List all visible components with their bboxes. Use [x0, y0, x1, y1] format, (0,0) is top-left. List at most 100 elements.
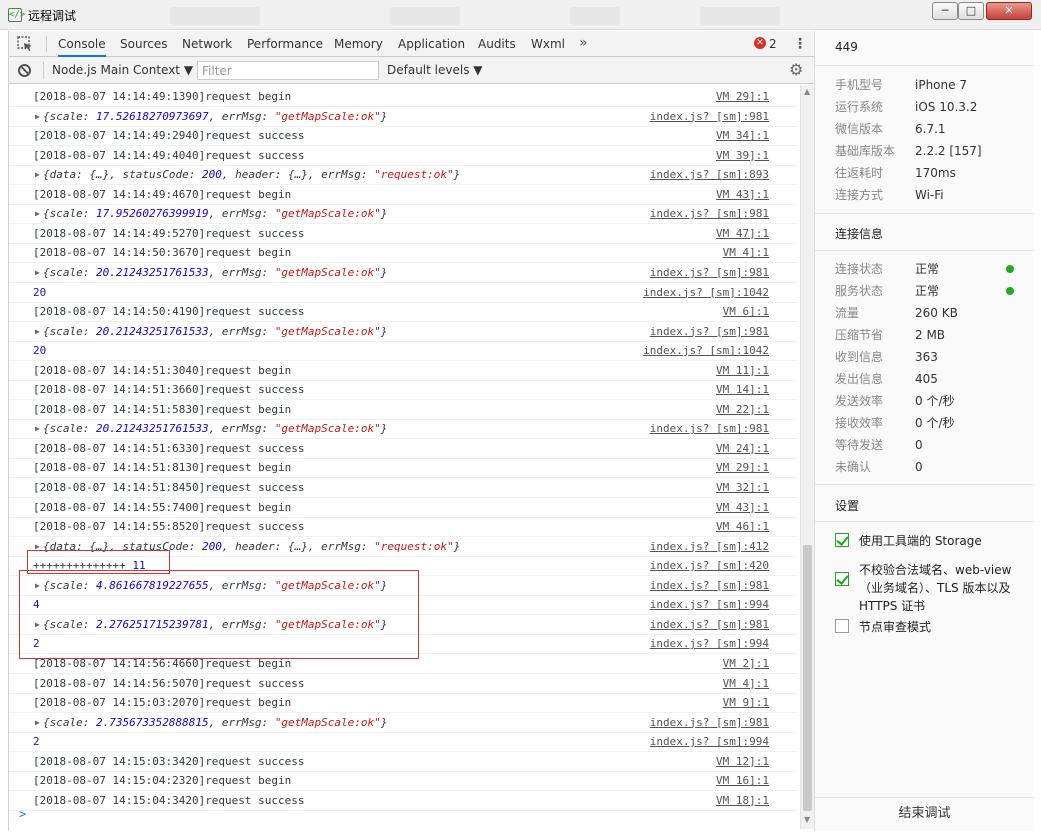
console-log-row[interactable]: [2018-08-07 14:14:56:5070]request succes… — [9, 674, 797, 694]
minimize-button[interactable]: ─ — [932, 2, 958, 20]
console-log-row[interactable]: 20 index.js? [sm]:1042 — [9, 341, 797, 362]
source-link[interactable]: VM 16]:1 — [716, 771, 769, 790]
source-link[interactable]: index.js? [sm]:412 — [650, 537, 769, 556]
source-link[interactable]: index.js? [sm]:981 — [650, 263, 769, 282]
expand-object-icon[interactable]: ▶ — [35, 713, 40, 732]
console-log-row[interactable]: [2018-08-07 14:15:04:3420]request succes… — [9, 791, 797, 811]
source-link[interactable]: index.js? [sm]:994 — [650, 595, 769, 614]
source-link[interactable]: index.js? [sm]:981 — [650, 615, 769, 634]
console-log-row[interactable]: ▶ {scale: 17.95260276399919, errMsg: "get… — [9, 204, 797, 225]
expand-object-icon[interactable]: ▶ — [35, 322, 40, 341]
console-log-row[interactable]: [2018-08-07 14:14:51:6330]request succes… — [9, 439, 797, 459]
console-log-row[interactable]: [2018-08-07 14:14:55:8520]request succes… — [9, 517, 797, 538]
checkbox-checked-icon[interactable] — [835, 572, 849, 586]
source-link[interactable]: index.js? [sm]:981 — [650, 713, 769, 732]
tab-console[interactable]: Console — [58, 31, 106, 57]
more-options-icon[interactable]: ⋮ — [793, 31, 807, 57]
source-link[interactable]: index.js? [sm]:893 — [650, 165, 769, 184]
console-log-row[interactable]: [2018-08-07 14:14:51:8450]request succes… — [9, 478, 797, 498]
console-log-row[interactable]: [2018-08-07 14:14:51:3040]request begin V… — [9, 361, 797, 381]
console-log-row[interactable]: [2018-08-07 14:14:55:7400]request begin V… — [9, 498, 797, 518]
filter-input[interactable] — [197, 61, 379, 80]
close-button[interactable]: ✕ — [986, 2, 1032, 20]
source-link[interactable]: VM 32]:1 — [716, 478, 769, 497]
scrollbar-thumb[interactable] — [803, 545, 812, 811]
source-link[interactable]: VM 29]:1 — [716, 458, 769, 477]
source-link[interactable]: index.js? [sm]:981 — [650, 419, 769, 438]
clear-console-icon[interactable] — [18, 64, 31, 77]
source-link[interactable]: index.js? [sm]:981 — [650, 204, 769, 223]
expand-object-icon[interactable]: ▶ — [35, 419, 40, 438]
console-log-row[interactable]: ▶ {data: {…}, statusCode: 200, header: {…… — [9, 165, 797, 186]
source-link[interactable]: VM 11]:1 — [716, 361, 769, 380]
console-log-row[interactable]: [2018-08-07 14:14:50:4190]request succes… — [9, 302, 797, 323]
source-link[interactable]: index.js? [sm]:994 — [650, 732, 769, 751]
expand-object-icon[interactable]: ▶ — [35, 107, 40, 126]
source-link[interactable]: VM 12]:1 — [716, 752, 769, 771]
error-count[interactable]: 2 — [769, 31, 777, 57]
console-log-row[interactable]: [2018-08-07 14:14:49:4040]request succes… — [9, 146, 797, 166]
source-link[interactable]: index.js? [sm]:1042 — [643, 341, 769, 360]
source-link[interactable]: index.js? [sm]:1042 — [643, 283, 769, 302]
source-link[interactable]: VM 43]:1 — [716, 498, 769, 517]
scroll-down-icon[interactable]: ▼ — [804, 815, 810, 824]
console-log-row[interactable]: [2018-08-07 14:14:49:2940]request succes… — [9, 126, 797, 147]
tab-application[interactable]: Application — [398, 31, 465, 57]
console-scrollbar[interactable]: ▲ ▼ — [800, 85, 814, 829]
source-link[interactable]: index.js? [sm]:981 — [650, 322, 769, 341]
console-log-row[interactable]: [2018-08-07 14:14:50:3670]request begin V… — [9, 243, 797, 264]
console-log-row[interactable]: 2 index.js? [sm]:994 — [9, 732, 797, 753]
source-link[interactable]: VM 47]:1 — [716, 224, 769, 243]
source-link[interactable]: VM 14]:1 — [716, 380, 769, 399]
source-link[interactable]: index.js? [sm]:981 — [650, 107, 769, 126]
source-link[interactable]: index.js? [sm]:981 — [650, 576, 769, 595]
scroll-up-icon[interactable]: ▲ — [804, 87, 810, 96]
tab-sources[interactable]: Sources — [120, 31, 167, 57]
source-link[interactable]: VM 6]:1 — [723, 302, 769, 321]
console-log-row[interactable]: ▶ {scale: 20.21243251761533, errMsg: "get… — [9, 263, 797, 283]
tab-network[interactable]: Network — [182, 31, 232, 57]
console-log-row[interactable]: [2018-08-07 14:14:49:5270]request succes… — [9, 224, 797, 244]
console-settings-gear-icon[interactable]: ⚙ — [789, 61, 803, 79]
end-debug-button[interactable]: 结束调试 — [815, 797, 1034, 831]
source-link[interactable]: VM 9]:1 — [723, 693, 769, 712]
source-link[interactable]: VM 4]:1 — [723, 674, 769, 693]
console-log-row[interactable]: [2018-08-07 14:15:04:2320]request begin V… — [9, 771, 797, 792]
source-link[interactable]: VM 39]:1 — [716, 146, 769, 165]
maximize-button[interactable]: □ — [958, 2, 984, 20]
inspect-element-icon[interactable] — [17, 36, 33, 52]
source-link[interactable]: VM 18]:1 — [716, 791, 769, 810]
source-link[interactable]: index.js? [sm]:420 — [650, 556, 769, 575]
console-log-row[interactable]: ▶ {scale: 20.21243251761533, errMsg: "get… — [9, 322, 797, 342]
console-log-row[interactable]: [2018-08-07 14:14:51:3660]request succes… — [9, 380, 797, 401]
console-log-row[interactable]: [2018-08-07 14:15:03:2070]request begin V… — [9, 693, 797, 714]
tab-performance[interactable]: Performance — [247, 31, 323, 57]
source-link[interactable]: VM 24]:1 — [716, 439, 769, 458]
console-log-row[interactable]: [2018-08-07 14:14:51:8130]request begin V… — [9, 458, 797, 479]
expand-object-icon[interactable]: ▶ — [35, 204, 40, 223]
source-link[interactable]: VM 29]:1 — [716, 87, 769, 106]
error-icon[interactable]: ✕ — [754, 37, 766, 49]
tab-audits[interactable]: Audits — [478, 31, 516, 57]
console-log-row[interactable]: [2018-08-07 14:14:51:5830]request begin V… — [9, 400, 797, 420]
checkbox-unchecked-icon[interactable] — [835, 619, 849, 633]
tab-memory[interactable]: Memory — [334, 31, 383, 57]
source-link[interactable]: VM 22]:1 — [716, 400, 769, 419]
console-log-row[interactable]: [2018-08-07 14:15:03:3420]request succes… — [9, 752, 797, 772]
more-tabs-icon[interactable]: » — [579, 31, 588, 55]
console-log-row[interactable]: [2018-08-07 14:14:49:4670]request begin V… — [9, 185, 797, 205]
console-log-row[interactable]: ▶ {scale: 2.735673352888815, errMsg: "get… — [9, 713, 797, 733]
source-link[interactable]: VM 34]:1 — [716, 126, 769, 145]
console-log-row[interactable]: ▶ {scale: 20.21243251761533, errMsg: "get… — [9, 419, 797, 440]
expand-object-icon[interactable]: ▶ — [35, 263, 40, 282]
checkbox-checked-icon[interactable] — [835, 533, 849, 547]
source-link[interactable]: index.js? [sm]:994 — [650, 634, 769, 653]
source-link[interactable]: VM 2]:1 — [723, 654, 769, 673]
context-selector[interactable]: Node.js Main Context ▼ — [52, 57, 193, 84]
source-link[interactable]: VM 43]:1 — [716, 185, 769, 204]
source-link[interactable]: VM 46]:1 — [716, 517, 769, 536]
source-link[interactable]: VM 4]:1 — [723, 243, 769, 262]
console-log-row[interactable]: [2018-08-07 14:14:49:1390]request begin V… — [9, 87, 797, 107]
console-log-row[interactable]: 20 index.js? [sm]:1042 — [9, 283, 797, 303]
expand-object-icon[interactable]: ▶ — [35, 165, 40, 184]
